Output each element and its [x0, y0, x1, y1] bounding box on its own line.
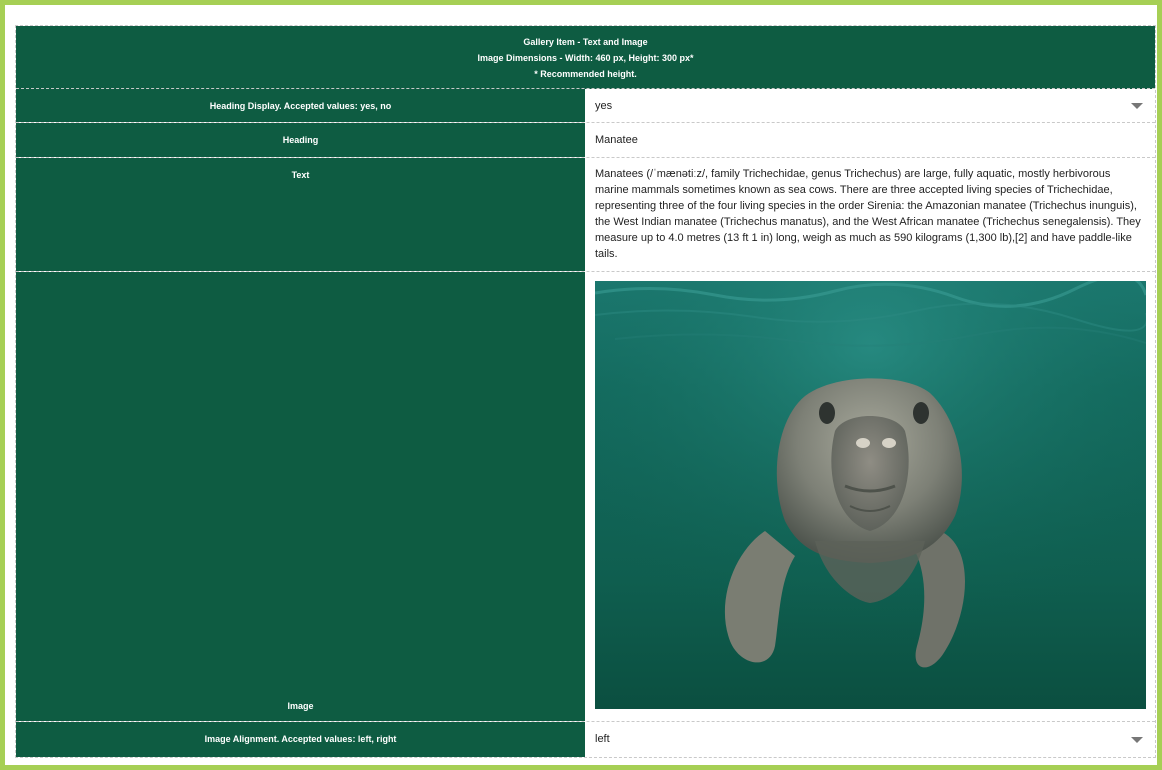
image-alignment-select[interactable]: left [585, 722, 1155, 757]
heading-display-select[interactable]: yes [585, 89, 1155, 122]
heading-display-label: Heading Display. Accepted values: yes, n… [16, 89, 585, 122]
chevron-down-icon [1131, 736, 1143, 743]
image-alignment-row: Image Alignment. Accepted values: left, … [16, 722, 1155, 757]
editor-frame: Gallery Item - Text and Image Image Dime… [0, 0, 1162, 770]
chevron-down-icon [1131, 102, 1143, 109]
header-title: Gallery Item - Text and Image [523, 37, 648, 47]
image-label-cell: Image [16, 272, 585, 721]
manatee-image[interactable] [595, 281, 1146, 709]
image-field[interactable] [585, 272, 1155, 721]
manatee-photo-icon [595, 281, 1146, 709]
text-label: Text [16, 158, 585, 271]
header-dimensions: Image Dimensions - Width: 460 px, Height… [477, 53, 694, 63]
image-label: Image [287, 701, 314, 711]
image-row: Image [16, 272, 1155, 722]
heading-display-value: yes [595, 100, 613, 112]
form-header: Gallery Item - Text and Image Image Dime… [16, 26, 1155, 89]
header-note: * Recommended height. [534, 69, 637, 79]
text-value: Manatees (/ˈmænətiːz/, family Trichechid… [595, 168, 1141, 260]
heading-display-row: Heading Display. Accepted values: yes, n… [16, 89, 1155, 123]
image-alignment-label: Image Alignment. Accepted values: left, … [16, 722, 585, 757]
heading-row: Heading Manatee [16, 123, 1155, 158]
heading-label: Heading [16, 123, 585, 157]
gallery-item-form: Gallery Item - Text and Image Image Dime… [15, 25, 1156, 758]
text-row: Text Manatees (/ˈmænətiːz/, family Trich… [16, 158, 1155, 272]
heading-input[interactable]: Manatee [585, 123, 1155, 157]
heading-value: Manatee [595, 134, 638, 146]
text-editor[interactable]: Manatees (/ˈmænətiːz/, family Trichechid… [585, 158, 1155, 271]
image-alignment-value: left [595, 733, 610, 745]
